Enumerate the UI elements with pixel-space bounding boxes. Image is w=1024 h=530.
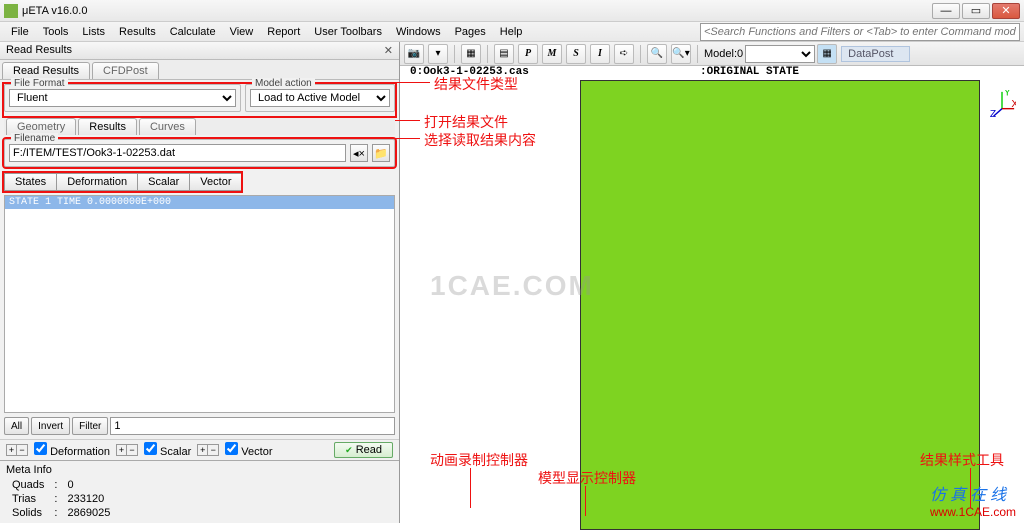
filter-invert-button[interactable]: Invert bbox=[31, 417, 70, 435]
filter-filter-button[interactable]: Filter bbox=[72, 417, 108, 435]
menu-file[interactable]: File bbox=[4, 24, 36, 40]
menu-bar: File Tools Lists Results Calculate View … bbox=[0, 22, 1024, 42]
read-button[interactable]: Read bbox=[334, 442, 393, 458]
app-title: μETA v16.0.0 bbox=[22, 5, 87, 17]
p-icon[interactable]: P bbox=[518, 44, 538, 64]
panel-title: Read Results bbox=[6, 44, 72, 57]
viewport-toolbar: 📷 ▾ ▦ ▤ P M S I ➪ 🔍 🔍▾ Model:0 ▦ DataPos… bbox=[400, 42, 1024, 66]
list-item[interactable]: STATE 1 TIME 0.0000000E+000 bbox=[5, 196, 394, 209]
tab-deformation[interactable]: Deformation bbox=[56, 173, 138, 191]
grid2-icon[interactable]: ▤ bbox=[494, 44, 514, 64]
check-deformation[interactable]: Deformation bbox=[34, 442, 110, 458]
model-config-icon[interactable]: ▦ bbox=[817, 44, 837, 64]
i-icon[interactable]: I bbox=[590, 44, 610, 64]
pm-deformation[interactable]: +− bbox=[6, 444, 28, 456]
meta-info: Meta Info Quads:0 Trias:233120 Solids:28… bbox=[0, 460, 399, 523]
panel-main-tabs: Read Results CFDPost bbox=[0, 60, 399, 80]
axes-icon: Y X Z bbox=[988, 90, 1016, 118]
annot-open-file: 打开结果文件 bbox=[424, 112, 508, 132]
check-vector[interactable]: Vector bbox=[225, 442, 272, 458]
menu-lists[interactable]: Lists bbox=[75, 24, 112, 40]
meta-info-label: Meta Info bbox=[6, 463, 393, 477]
filter-row: All Invert Filter bbox=[0, 413, 399, 439]
annot-anim-ctrl: 动画录制控制器 bbox=[430, 450, 528, 470]
model-action-label: Model action bbox=[252, 78, 315, 89]
model-select[interactable] bbox=[745, 45, 815, 63]
table-row: Quads:0 bbox=[8, 479, 114, 491]
minimize-button[interactable]: — bbox=[932, 3, 960, 19]
clear-icon[interactable]: ◂× bbox=[350, 144, 368, 162]
filename-label: Filename bbox=[11, 133, 58, 144]
tab-results[interactable]: Results bbox=[78, 118, 137, 135]
svg-text:Y: Y bbox=[1004, 90, 1011, 99]
svg-text:X: X bbox=[1011, 99, 1016, 110]
tab-states[interactable]: States bbox=[4, 173, 57, 191]
table-row: Trias:233120 bbox=[8, 493, 114, 505]
camera-icon[interactable]: 📷 bbox=[404, 44, 424, 64]
tab-curves[interactable]: Curves bbox=[139, 118, 196, 135]
search-input[interactable] bbox=[700, 23, 1020, 41]
m-icon[interactable]: M bbox=[542, 44, 562, 64]
datapost-label[interactable]: DataPost bbox=[841, 46, 910, 62]
tab-cfdpost[interactable]: CFDPost bbox=[92, 62, 159, 79]
file-format-select[interactable]: Fluent bbox=[9, 89, 236, 107]
close-button[interactable]: ✕ bbox=[992, 3, 1020, 19]
pm-scalar[interactable]: +− bbox=[116, 444, 138, 456]
menu-help[interactable]: Help bbox=[493, 24, 530, 40]
title-bar: μETA v16.0.0 — ▭ ✕ bbox=[0, 0, 1024, 22]
read-results-panel: Read Results ✕ Read Results CFDPost File… bbox=[0, 42, 400, 523]
svg-text:Z: Z bbox=[990, 109, 996, 118]
dropdown-icon[interactable]: ▾ bbox=[428, 44, 448, 64]
annot-select-content: 选择读取结果内容 bbox=[424, 130, 536, 150]
tab-scalar[interactable]: Scalar bbox=[137, 173, 190, 191]
file-format-label: File Format bbox=[11, 78, 68, 89]
grid-icon[interactable]: ▦ bbox=[461, 44, 481, 64]
tab-vector[interactable]: Vector bbox=[189, 173, 242, 191]
maximize-button[interactable]: ▭ bbox=[962, 3, 990, 19]
arrow-icon[interactable]: ➪ bbox=[614, 44, 634, 64]
pm-vector[interactable]: +− bbox=[197, 444, 219, 456]
results-list[interactable]: STATE 1 TIME 0.0000000E+000 bbox=[4, 195, 395, 413]
s-icon[interactable]: S bbox=[566, 44, 586, 64]
tab-read-results[interactable]: Read Results bbox=[2, 62, 90, 79]
filename-input[interactable] bbox=[9, 144, 346, 162]
menu-pages[interactable]: Pages bbox=[448, 24, 493, 40]
menu-user-toolbars[interactable]: User Toolbars bbox=[307, 24, 389, 40]
menu-calculate[interactable]: Calculate bbox=[163, 24, 223, 40]
app-icon bbox=[4, 4, 18, 18]
search-box[interactable] bbox=[700, 23, 1020, 41]
panel-header: Read Results ✕ bbox=[0, 42, 399, 60]
annot-model-ctrl: 模型显示控制器 bbox=[538, 468, 636, 488]
menu-tools[interactable]: Tools bbox=[36, 24, 76, 40]
menu-view[interactable]: View bbox=[223, 24, 261, 40]
zoom-icon[interactable]: 🔍 bbox=[647, 44, 667, 64]
check-row: +− Deformation +− Scalar +− Vector Read bbox=[0, 439, 399, 460]
watermark-corner: 仿真在线 www.1CAE.com bbox=[930, 481, 1016, 519]
data-tabs: States Deformation Scalar Vector bbox=[4, 173, 241, 191]
zoom-dd-icon[interactable]: 🔍▾ bbox=[671, 44, 691, 64]
menu-report[interactable]: Report bbox=[260, 24, 307, 40]
panel-close-icon[interactable]: ✕ bbox=[384, 44, 393, 57]
check-scalar[interactable]: Scalar bbox=[144, 442, 191, 458]
menu-windows[interactable]: Windows bbox=[389, 24, 448, 40]
annot-style-tool: 结果样式工具 bbox=[920, 450, 1004, 470]
menu-results[interactable]: Results bbox=[112, 24, 163, 40]
browse-icon[interactable]: 📁 bbox=[372, 144, 390, 162]
model-label: Model:0 bbox=[704, 48, 743, 60]
table-row: Solids:2869025 bbox=[8, 507, 114, 519]
filter-input[interactable] bbox=[110, 417, 395, 435]
model-action-select[interactable]: Load to Active Model bbox=[250, 89, 390, 107]
annot-file-type: 结果文件类型 bbox=[434, 74, 518, 94]
filter-all-button[interactable]: All bbox=[4, 417, 29, 435]
viewport-state-label: :ORIGINAL STATE bbox=[700, 66, 799, 78]
